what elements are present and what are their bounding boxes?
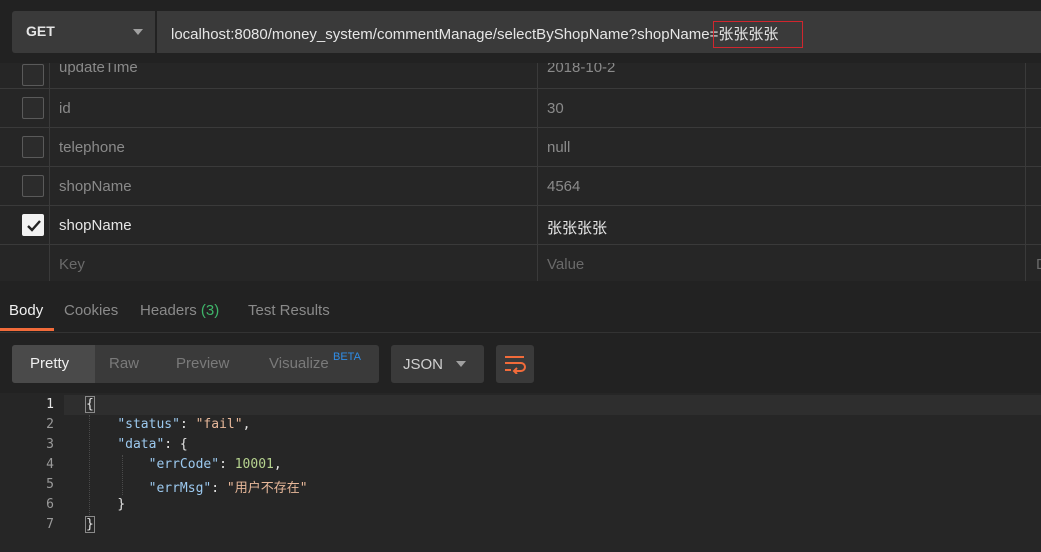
new-value-input[interactable]: Value (538, 245, 1026, 281)
chevron-down-icon (133, 29, 143, 35)
code-line: } (85, 516, 95, 533)
tab-headers[interactable]: Headers (3) (140, 302, 219, 319)
json-number: 10001 (234, 457, 274, 472)
current-line-highlight (64, 395, 1041, 415)
table-row: telephone null (0, 128, 1041, 167)
json-key: "status" (117, 417, 180, 432)
row-checkbox[interactable] (22, 64, 44, 86)
param-key-cell[interactable]: telephone (50, 128, 538, 166)
line-number: 1 (46, 397, 54, 412)
method-select[interactable]: GET (12, 11, 155, 53)
close-brace: } (85, 516, 95, 533)
code-line: "status": "fail", (117, 417, 251, 432)
param-key: shopName (59, 217, 132, 234)
raw-button[interactable]: Raw (109, 345, 139, 383)
param-value: 张张张张 (547, 220, 608, 237)
param-key-cell[interactable]: shopName (50, 206, 538, 244)
url-text: localhost:8080/money_system/commentManag… (171, 21, 804, 48)
preview-button[interactable]: Preview (176, 345, 229, 383)
param-key: updateTime (59, 63, 138, 76)
view-mode-group: Pretty Raw Preview Visualize BETA (12, 345, 379, 383)
line-number: 5 (46, 477, 54, 492)
postman-window: GET localhost:8080/money_system/commentM… (0, 0, 1041, 552)
param-value: null (547, 139, 571, 156)
param-key: telephone (59, 139, 125, 156)
code-line: "errCode": 10001, (148, 457, 282, 472)
code-line: } (86, 497, 125, 512)
code-line: { (85, 396, 95, 413)
tab-body[interactable]: Body (9, 302, 43, 319)
response-body-editor[interactable]: 1 2 3 4 5 6 7 { "status": "fail", "data"… (0, 393, 1041, 552)
key-placeholder: Key (59, 256, 85, 273)
param-value-cell[interactable]: 4564 (538, 167, 1026, 205)
format-select[interactable]: JSON (391, 345, 484, 383)
row-checkbox-checked[interactable] (22, 214, 44, 236)
line-number: 3 (46, 437, 54, 452)
url-input[interactable]: localhost:8080/money_system/commentManag… (157, 11, 1041, 53)
row-checkbox[interactable] (22, 136, 44, 158)
code-line: "errMsg": "用户不存在" (148, 481, 308, 496)
new-param-row: Key Value D (0, 245, 1041, 281)
json-key: "errCode" (148, 457, 220, 472)
table-row: id 30 (0, 89, 1041, 128)
json-key: "data" (117, 437, 165, 452)
value-placeholder: Value (547, 256, 585, 273)
param-value: 2018-10-2 (547, 63, 616, 76)
tab-cookies[interactable]: Cookies (64, 302, 118, 319)
param-key-cell[interactable]: shopName (50, 167, 538, 205)
param-value-cell[interactable]: 30 (538, 89, 1026, 127)
chevron-down-icon (456, 361, 466, 367)
line-number: 6 (46, 497, 54, 512)
checkmark-icon (27, 220, 41, 232)
description-placeholder[interactable]: D (1036, 256, 1041, 273)
param-value: 30 (547, 100, 564, 117)
param-key: id (59, 100, 71, 117)
table-row: shopName 4564 (0, 167, 1041, 206)
new-key-input[interactable]: Key (50, 245, 538, 281)
method-label: GET (26, 23, 55, 39)
headers-count: (3) (200, 302, 220, 319)
visualize-button[interactable]: Visualize BETA (269, 345, 361, 383)
open-brace: { (85, 396, 95, 413)
line-number-gutter: 1 2 3 4 5 6 7 (0, 393, 64, 552)
tab-test-results[interactable]: Test Results (248, 302, 330, 319)
code-line: "data": { (117, 437, 188, 452)
row-checkbox[interactable] (22, 175, 44, 197)
visualize-label: Visualize (269, 355, 329, 372)
format-label: JSON (403, 356, 444, 373)
json-key: "errMsg" (148, 481, 212, 496)
param-value-cell[interactable]: 张张张张 (538, 206, 1026, 244)
json-string: "fail" (195, 417, 243, 432)
wrap-lines-icon (505, 356, 526, 374)
pretty-button[interactable]: Pretty (12, 345, 95, 383)
url-prefix: localhost:8080/money_system/commentManag… (171, 26, 719, 43)
table-row: updateTime 2018-10-2 (0, 63, 1041, 89)
line-number: 4 (46, 457, 54, 472)
param-key: shopName (59, 178, 132, 195)
tab-headers-label: Headers (140, 302, 197, 319)
param-key-cell[interactable]: id (50, 89, 538, 127)
request-bar: GET localhost:8080/money_system/commentM… (0, 0, 1041, 63)
param-key-cell[interactable]: updateTime (50, 63, 538, 88)
row-checkbox[interactable] (22, 97, 44, 119)
param-value: 4564 (547, 178, 581, 195)
line-number: 7 (46, 517, 54, 532)
wrap-lines-button[interactable] (496, 345, 534, 383)
line-number: 2 (46, 417, 54, 432)
table-row: shopName 张张张张 (0, 206, 1041, 245)
url-highlighted-param: 张张张张 (713, 21, 804, 48)
inner-close-brace: } (117, 497, 126, 512)
param-value-cell[interactable]: 2018-10-2 (538, 63, 1026, 88)
active-tab-indicator (0, 328, 54, 331)
json-string: "用户不存在" (226, 481, 308, 496)
response-tabs: Body Cookies Headers (3) Test Results (0, 281, 1041, 333)
beta-badge: BETA (333, 351, 361, 363)
param-value-cell[interactable]: null (538, 128, 1026, 166)
params-table: updateTime 2018-10-2 id 30 telephone nul… (0, 63, 1041, 281)
